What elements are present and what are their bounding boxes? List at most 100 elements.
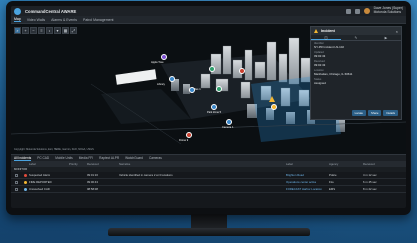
map-label: Park Zone 5: [207, 111, 222, 114]
cell-label-2[interactable]: Brighton Road: [286, 173, 304, 177]
pin-icon[interactable]: •: [46, 27, 53, 34]
tab-watchguard[interactable]: WatchGuard: [125, 156, 143, 160]
priority-icon: [24, 180, 27, 184]
bell-icon[interactable]: [345, 8, 351, 14]
details-button[interactable]: Details: [383, 110, 398, 116]
priority-icon: [24, 187, 27, 191]
col-agency[interactable]: Agency: [329, 162, 338, 166]
zoom-in-icon[interactable]: +: [22, 27, 29, 34]
col-received[interactable]: Received: [87, 162, 99, 166]
tab-video-walls[interactable]: Video Walls: [27, 18, 45, 22]
map-label: Apple Tree: [151, 61, 164, 64]
incident-actions: Locate Share Details: [351, 110, 398, 116]
field-value: Manhattan, Chicago, IL 60611: [314, 72, 353, 76]
locate-button[interactable]: Locate: [351, 110, 366, 116]
col-label[interactable]: Label: [29, 162, 36, 166]
cell-received: 09:01:16: [87, 173, 98, 177]
cell-time: 8 m 22 sec: [363, 187, 377, 191]
cell-time: 6 m 45 sec: [363, 180, 377, 184]
warning-icon: [314, 29, 318, 33]
map-label: Library: [157, 83, 165, 86]
col-narrative[interactable]: Narrative: [119, 162, 130, 166]
cell-received: 08:58:08: [87, 187, 98, 191]
field-value: 09:02:43: [314, 63, 326, 67]
cell-label: Unresolved CAD: [29, 187, 50, 191]
table-row[interactable]: FIRE REPORTED 09:00:43 Operations center…: [11, 179, 406, 186]
incident-panel-title: Incident: [321, 29, 335, 33]
map-label: Camera 1: [222, 126, 234, 129]
field-value: NY-PR Incident LN-102: [314, 45, 344, 49]
table-row[interactable]: Suspected Alarm 09:01:16 Vehicle identif…: [11, 172, 406, 179]
edit-icon[interactable]: ✎: [341, 35, 371, 40]
field-received: Received 09:02:43: [311, 59, 401, 68]
cell-label: Suspected Alarm: [29, 173, 51, 177]
expand-icon[interactable]: ⤢: [70, 27, 77, 34]
row-checkbox[interactable]: [15, 173, 18, 177]
search-icon[interactable]: ⌕: [14, 27, 21, 34]
map-label: Drone 9: [179, 139, 189, 142]
map-marker[interactable]: [209, 66, 215, 72]
close-icon[interactable]: ×: [396, 29, 398, 34]
cell-label: FIRE REPORTED: [29, 180, 52, 184]
tab-alarms[interactable]: Alarms & Events: [51, 18, 77, 22]
col-label-2[interactable]: Label: [286, 162, 293, 166]
incident-panel-header: Incident ×: [311, 27, 401, 35]
app-bar: CommandCentral AWARE Dave Jones (Super) …: [11, 6, 406, 16]
cell-received: 09:00:43: [87, 180, 98, 184]
tab-map[interactable]: Map: [14, 17, 21, 22]
cell-label-2[interactable]: FORECAST Harbor Location: [286, 187, 322, 191]
tab-patrol[interactable]: Patrol Management: [83, 18, 114, 22]
warning-icon[interactable]: [269, 96, 275, 102]
share-button[interactable]: Share: [367, 110, 382, 116]
filter-icon[interactable]: ▾: [54, 27, 61, 34]
map-marker[interactable]: [161, 54, 167, 60]
app-title: CommandCentral AWARE: [25, 8, 77, 14]
field-status: Status Assigned: [311, 77, 401, 86]
priority-icon: [24, 173, 27, 177]
field-location: Location Manhattan, Chicago, IL 60611: [311, 68, 401, 77]
map-marker[interactable]: [169, 76, 175, 82]
cell-agency: Fire: [329, 180, 334, 184]
user-org: Motorola Solutions: [373, 10, 401, 14]
row-checkbox[interactable]: [15, 187, 18, 191]
cell-agency: EMS: [329, 187, 336, 191]
map-attribution: Copyright: Motorola Solutions, Esri, HER…: [14, 148, 94, 151]
field-identifier: Identifier NY-PR Incident LN-102: [311, 41, 401, 50]
map-marker[interactable]: [226, 119, 232, 125]
layers-icon[interactable]: ≡: [38, 27, 45, 34]
tab-alpr[interactable]: Raptect ALPR: [99, 156, 119, 160]
avatar[interactable]: [363, 8, 370, 14]
tab-cameras[interactable]: Cameras: [149, 156, 162, 160]
map-marker[interactable]: [186, 132, 192, 138]
col-received-2[interactable]: Received: [363, 162, 375, 166]
settings-icon[interactable]: [354, 8, 360, 14]
map-marker[interactable]: [216, 86, 222, 92]
zoom-out-icon[interactable]: −: [30, 27, 37, 34]
field-value: Assigned: [314, 81, 326, 85]
field-updated: Updated 09:02:43: [311, 50, 401, 59]
monitor-bezel: CommandCentral AWARE Dave Jones (Super) …: [6, 1, 411, 215]
map-marker[interactable]: [271, 104, 277, 110]
map-view[interactable]: ⌕ + − ≡ • ▾ ▦ ⤢ Apple Tree Library Bus 1…: [11, 24, 406, 154]
table-row[interactable]: Unresolved CAD 08:58:08 FORECAST Harbor …: [11, 186, 406, 193]
grid-tabs: All Incidents PC CAD Mobile Units Media …: [11, 154, 406, 161]
grid-icon[interactable]: ▦: [62, 27, 69, 34]
cell-time: 4 m 12 sec: [363, 173, 377, 177]
col-priority[interactable]: Priority: [69, 162, 78, 166]
map-marker[interactable]: [239, 68, 245, 74]
cell-agency: Police: [329, 173, 337, 177]
monitor-stand-base: [108, 228, 310, 236]
main-tabs: Map Video Walls Alarms & Events Patrol M…: [11, 16, 406, 24]
map-marker[interactable]: [211, 104, 217, 110]
tab-media[interactable]: Media FFI: [79, 156, 93, 160]
tab-pc-cad[interactable]: PC CAD: [37, 156, 49, 160]
cell-label-2[interactable]: Operations center active: [286, 180, 316, 184]
tab-all-incidents[interactable]: All Incidents: [14, 156, 32, 161]
info-icon[interactable]: ⓘ: [311, 35, 341, 40]
video-icon[interactable]: ▶: [371, 35, 401, 40]
row-checkbox[interactable]: [15, 180, 18, 184]
map-toolbar: ⌕ + − ≡ • ▾ ▦ ⤢: [14, 27, 77, 34]
map-label: Bus 1: [194, 88, 201, 91]
incident-panel: Incident × ⓘ ✎ ▶ Identifier NY-PR Incide…: [310, 26, 402, 120]
tab-mobile-units[interactable]: Mobile Units: [55, 156, 73, 160]
